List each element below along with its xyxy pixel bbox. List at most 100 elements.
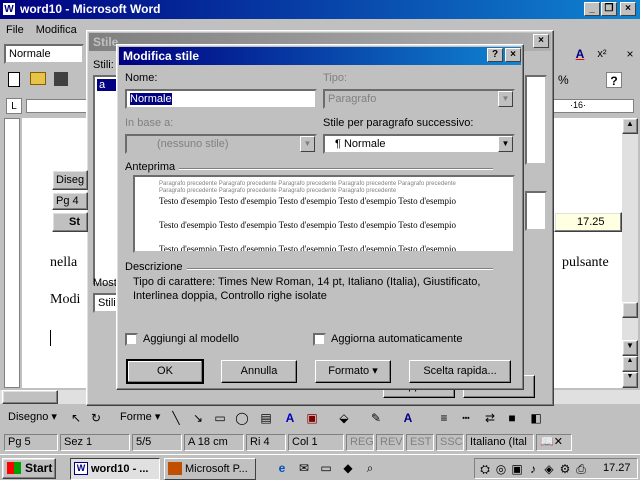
base-select[interactable]: (nessuno stile) ▼ — [125, 134, 317, 154]
time-tooltip: 17.25 — [554, 212, 622, 232]
save-icon[interactable] — [54, 72, 68, 86]
scroll-up-button[interactable]: ▲ — [622, 118, 638, 134]
ppt-task-icon — [168, 462, 182, 475]
aggiungi-label[interactable]: Aggiungi al modello — [143, 333, 239, 345]
tipo-select[interactable]: Paragrafo ▼ — [323, 89, 515, 109]
open-folder-icon[interactable] — [30, 72, 46, 85]
aggiorna-label[interactable]: Aggiorna automaticamente — [331, 333, 462, 345]
status-language[interactable]: Italiano (Ital — [466, 434, 534, 451]
tray-monitor-icon[interactable]: ▣ — [509, 461, 525, 477]
rectangle-icon[interactable]: ▭ — [212, 410, 228, 426]
preview-prev-line-2: Paragrafo precedente Paragrafo precedent… — [159, 188, 397, 194]
clock[interactable]: 17.27 — [603, 462, 631, 474]
font-color-icon[interactable]: A — [572, 46, 588, 62]
textbox-icon[interactable]: ▤ — [258, 410, 274, 426]
successivo-select[interactable]: ¶ Normale ▼ — [323, 134, 515, 154]
tray-globe-icon[interactable]: ◎ — [493, 461, 509, 477]
close-button[interactable]: × — [620, 2, 636, 16]
nome-input[interactable]: Normale — [125, 89, 317, 109]
tray-network-icon[interactable]: ⛭ — [477, 461, 493, 477]
status-position: A 18 cm — [184, 434, 244, 451]
aggiungi-checkbox[interactable] — [125, 333, 138, 346]
arrow-style-icon[interactable]: ⇄ — [482, 410, 498, 426]
maximize-button[interactable]: ❐ — [601, 2, 617, 16]
tray-printer-icon[interactable]: ⎙ — [573, 461, 589, 477]
menu-modifica[interactable]: Modifica — [30, 21, 83, 39]
scroll-thumb[interactable] — [622, 302, 638, 318]
outlook-icon[interactable]: ✉ — [296, 460, 312, 476]
aggiorna-checkbox[interactable] — [313, 333, 326, 346]
status-rev[interactable]: REV — [376, 434, 404, 451]
line-icon[interactable]: ╲ — [168, 410, 184, 426]
view-buttons[interactable] — [2, 390, 58, 404]
x-squared-icon[interactable]: x² — [594, 46, 610, 62]
task-word[interactable]: W word10 - ... — [70, 458, 160, 480]
status-ssc[interactable]: SSC — [436, 434, 464, 451]
tray-antivirus-icon[interactable]: ⚙ — [557, 461, 573, 477]
disegno-label: Disegno — [8, 411, 49, 423]
select-arrow-icon[interactable]: ↖ — [68, 410, 84, 426]
oval-icon[interactable]: ◯ — [234, 410, 250, 426]
task-powerpoint[interactable]: Microsoft P... — [164, 458, 256, 480]
line-style-icon[interactable]: ≡ — [436, 410, 452, 426]
style-combo[interactable]: Normale — [4, 44, 84, 64]
close-doc-icon[interactable]: × — [622, 46, 638, 62]
tab-selector-icon[interactable]: L — [6, 98, 22, 114]
tipo-dropdown-arrow[interactable]: ▼ — [498, 91, 513, 107]
help-icon[interactable]: ? — [606, 72, 622, 88]
start-button[interactable]: Start — [2, 458, 56, 479]
line-color-icon[interactable]: ✎ — [368, 410, 384, 426]
base-select-value: (nessuno stile) — [157, 138, 229, 150]
formato-button[interactable]: Formato ▾ — [315, 360, 391, 383]
next-page-button[interactable]: ▼ — [622, 372, 638, 388]
menu-file[interactable]: File — [0, 21, 30, 39]
dash-style-icon[interactable]: ┅ — [458, 410, 474, 426]
vertical-scrollbar[interactable]: ▲ ▼ ▲ ▼ — [622, 118, 638, 388]
scroll-down-button[interactable]: ▼ — [622, 340, 638, 356]
descrizione-label: Descrizione — [125, 261, 183, 273]
new-doc-icon[interactable] — [8, 72, 20, 87]
stile-close-button[interactable]: × — [533, 34, 549, 48]
nome-input-value: Normale — [130, 93, 172, 105]
annulla-button[interactable]: Annulla — [221, 360, 297, 383]
status-reg[interactable]: REG — [346, 434, 374, 451]
preview-line-2: Testo d'esempio Testo d'esempio Testo d'… — [159, 220, 457, 230]
scelta-rapida-button[interactable]: Scelta rapida... — [409, 360, 511, 383]
explorer-icon[interactable]: ⌕ — [362, 460, 378, 476]
prev-page-button[interactable]: ▲ — [622, 356, 638, 372]
time-tooltip-text: 17.25 — [577, 216, 605, 228]
fill-color-icon[interactable]: ⬙ — [336, 410, 352, 426]
preview-line-3: Testo d'esempio Testo d'esempio Testo d'… — [159, 244, 457, 253]
ok-button[interactable]: OK — [127, 360, 203, 383]
start-label: Start — [25, 461, 53, 475]
taskbar: Start W word10 - ... Microsoft P... e ✉ … — [0, 454, 640, 480]
pg-panel-label: Pg 4 — [56, 195, 79, 207]
minimize-button[interactable]: _ — [584, 2, 600, 16]
spelling-status-icon[interactable]: 📖✕ — [536, 434, 572, 451]
channels-icon[interactable]: ◆ — [340, 460, 356, 476]
ie-icon[interactable]: e — [274, 460, 290, 476]
clipart-icon[interactable]: ▣ — [304, 410, 320, 426]
base-dropdown-arrow[interactable]: ▼ — [300, 136, 315, 152]
tray-shield-icon[interactable]: ◈ — [541, 461, 557, 477]
dialog-close-glyph: × — [510, 49, 516, 60]
shadow-icon[interactable]: ■ — [504, 410, 520, 426]
tipo-label: Tipo: — [323, 72, 348, 84]
dialog-close-button[interactable]: × — [505, 48, 521, 62]
disegno-menu[interactable]: Disegno ▾ — [8, 410, 57, 423]
forme-menu[interactable]: Forme ▾ — [120, 410, 160, 423]
rotate-icon[interactable]: ↻ — [88, 410, 104, 426]
stili-list-item[interactable]: a — [97, 79, 117, 91]
wordart-icon[interactable]: A — [282, 410, 298, 426]
modifica-stile-dialog: Modifica stile ? × Nome: Normale Tipo: P… — [116, 44, 524, 390]
desktop-icon[interactable]: ▭ — [318, 460, 334, 476]
zoom-percent[interactable]: % — [558, 72, 598, 88]
font-color-draw-icon[interactable]: A — [400, 410, 416, 426]
tray-speaker-icon[interactable]: ♪ — [525, 461, 541, 477]
successivo-dropdown-arrow[interactable]: ▼ — [498, 136, 513, 152]
descrizione-text-1: Tipo di carattere: Times New Roman, 14 p… — [133, 276, 481, 288]
dialog-help-button[interactable]: ? — [487, 48, 503, 62]
status-est[interactable]: EST — [406, 434, 434, 451]
arrow-icon[interactable]: ↘ — [190, 410, 206, 426]
3d-icon[interactable]: ◧ — [528, 410, 544, 426]
